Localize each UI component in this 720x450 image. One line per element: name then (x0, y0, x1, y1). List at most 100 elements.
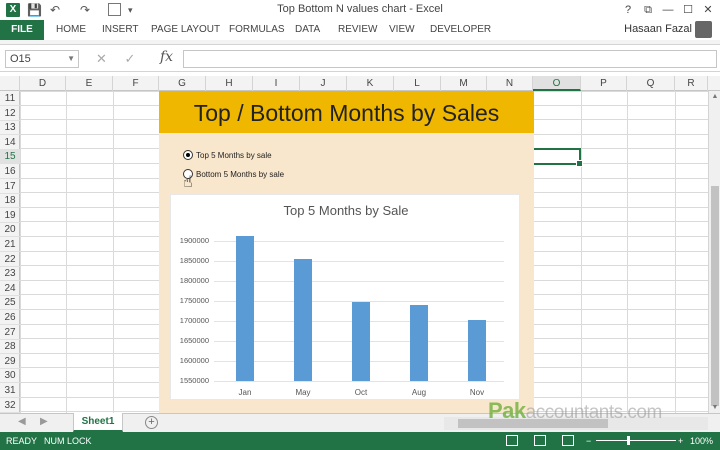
tab-data[interactable]: DATA (295, 20, 320, 40)
enter-icon[interactable]: ✓ (125, 51, 136, 66)
page-break-view-icon[interactable] (562, 435, 574, 446)
zoom-out-button[interactable]: − (586, 432, 591, 450)
tab-page-layout[interactable]: PAGE LAYOUT (151, 20, 220, 40)
row-header[interactable]: 29 (0, 354, 20, 369)
option-top-5[interactable]: Top 5 Months by sale (183, 149, 272, 164)
zoom-level[interactable]: 100% (690, 432, 713, 450)
radio-selected-icon[interactable] (183, 149, 193, 160)
row-header[interactable]: 11 (0, 91, 20, 106)
column-header[interactable]: P (581, 76, 627, 91)
row-header[interactable]: 17 (0, 179, 20, 194)
row-header[interactable]: 14 (0, 135, 20, 150)
scroll-thumb[interactable] (711, 186, 719, 406)
column-header-selected[interactable]: O (533, 76, 581, 91)
column-header[interactable]: Q (627, 76, 675, 91)
excel-window: X 💾 ↶ ↷ ▾ Top Bottom N values chart - Ex… (0, 0, 720, 450)
formula-bar-icons: ✕ ✓ (96, 50, 135, 68)
select-all-corner[interactable] (0, 76, 20, 91)
ribbon-display-button[interactable]: ⧉ (640, 2, 656, 18)
row-header[interactable]: 27 (0, 325, 20, 340)
name-box-value: O15 (10, 53, 31, 65)
row-header[interactable]: 12 (0, 106, 20, 121)
user-name[interactable]: Hasaan Fazal (624, 23, 692, 35)
scroll-up-icon[interactable]: ▲ (709, 93, 720, 100)
column-header[interactable]: J (300, 76, 347, 91)
chart-gridline (214, 381, 504, 382)
x-tick-label: Aug (411, 388, 427, 397)
zoom-slider-knob[interactable] (627, 436, 630, 445)
formula-bar: O15 ▼ ✕ ✓ fx (0, 46, 720, 72)
hand-cursor-icon: ☝ (183, 174, 193, 191)
sales-chart[interactable]: Top 5 Months by Sale 1900000 1850000 18000… (170, 194, 520, 400)
zoom-slider[interactable] (596, 440, 676, 441)
column-header[interactable]: G (159, 76, 206, 91)
normal-view-icon[interactable] (506, 435, 518, 446)
active-cell-o15[interactable] (532, 148, 583, 167)
row-header[interactable]: 25 (0, 295, 20, 311)
add-sheet-button[interactable]: + (145, 416, 158, 429)
tab-developer[interactable]: DEVELOPER (430, 20, 491, 40)
row-header[interactable]: 21 (0, 237, 20, 252)
tab-view[interactable]: VIEW (389, 20, 415, 40)
tab-review[interactable]: REVIEW (338, 20, 377, 40)
column-header[interactable]: D (20, 76, 66, 91)
option-label: Top 5 Months by sale (196, 151, 272, 160)
option-bottom-5[interactable]: Bottom 5 Months by sale (183, 168, 284, 183)
row-header[interactable]: 31 (0, 383, 20, 398)
row-headers: 11 12 13 14 15 16 17 18 19 20 21 22 23 24 25 26 27 28 29 30… (0, 91, 20, 413)
y-tick-label: 1900000 (179, 236, 209, 245)
row-header[interactable]: 15 (0, 149, 20, 165)
cancel-icon[interactable]: ✕ (96, 51, 107, 66)
column-header[interactable]: F (113, 76, 159, 91)
bar-nov[interactable] (468, 319, 486, 381)
bar-jan[interactable] (236, 235, 254, 381)
column-header[interactable]: M (441, 76, 487, 91)
formula-input[interactable] (183, 50, 717, 68)
dashboard-panel: Top / Bottom Months by Sales Top 5 Month… (159, 91, 534, 413)
column-header[interactable]: K (347, 76, 394, 91)
ribbon-tabs: FILE HOME INSERT PAGE LAYOUT FORMULAS DA… (0, 20, 720, 40)
column-header[interactable]: L (394, 76, 441, 91)
row-header[interactable]: 22 (0, 252, 20, 267)
zoom-in-button[interactable]: + (678, 432, 683, 450)
grid-column-line (627, 91, 628, 413)
row-header[interactable]: 26 (0, 310, 20, 325)
minimize-button[interactable]: — (660, 2, 676, 18)
avatar[interactable] (695, 21, 712, 38)
row-header[interactable]: 18 (0, 193, 20, 209)
prev-sheet-icon[interactable]: ◀ (18, 416, 26, 427)
bar-oct[interactable] (352, 302, 370, 381)
name-box[interactable]: O15 ▼ (5, 50, 79, 68)
page-layout-view-icon[interactable] (534, 435, 546, 446)
column-header[interactable]: R (675, 76, 708, 91)
column-header[interactable]: H (206, 76, 253, 91)
row-header[interactable]: 28 (0, 339, 20, 355)
next-sheet-icon[interactable]: ▶ (40, 416, 48, 427)
scroll-down-icon[interactable]: ▼ (709, 404, 720, 411)
column-header[interactable]: I (253, 76, 300, 91)
row-header[interactable]: 19 (0, 208, 20, 223)
vertical-scrollbar[interactable]: ▲ ▼ (708, 91, 720, 413)
bar-aug[interactable] (410, 305, 428, 381)
row-header[interactable]: 20 (0, 222, 20, 238)
sheet-tab-sheet1[interactable]: Sheet1 (73, 413, 123, 432)
row-header[interactable]: 32 (0, 398, 20, 413)
maximize-button[interactable]: ☐ (680, 2, 696, 18)
insert-function-button[interactable]: fx (160, 49, 173, 65)
close-button[interactable]: ✕ (700, 2, 716, 18)
column-header[interactable]: N (487, 76, 533, 91)
help-button[interactable]: ? (620, 2, 636, 18)
tab-formulas[interactable]: FORMULAS (229, 20, 285, 40)
row-header[interactable]: 23 (0, 266, 20, 282)
column-header[interactable]: E (66, 76, 113, 91)
window-title: Top Bottom N values chart - Excel (277, 3, 443, 15)
row-header[interactable]: 13 (0, 120, 20, 136)
row-header[interactable]: 24 (0, 281, 20, 296)
bar-may[interactable] (294, 258, 312, 381)
chevron-down-icon[interactable]: ▼ (67, 51, 75, 67)
tab-home[interactable]: HOME (56, 20, 86, 40)
tab-file[interactable]: FILE (0, 20, 44, 40)
row-header[interactable]: 30 (0, 368, 20, 384)
row-header[interactable]: 16 (0, 164, 20, 179)
tab-insert[interactable]: INSERT (102, 20, 139, 40)
